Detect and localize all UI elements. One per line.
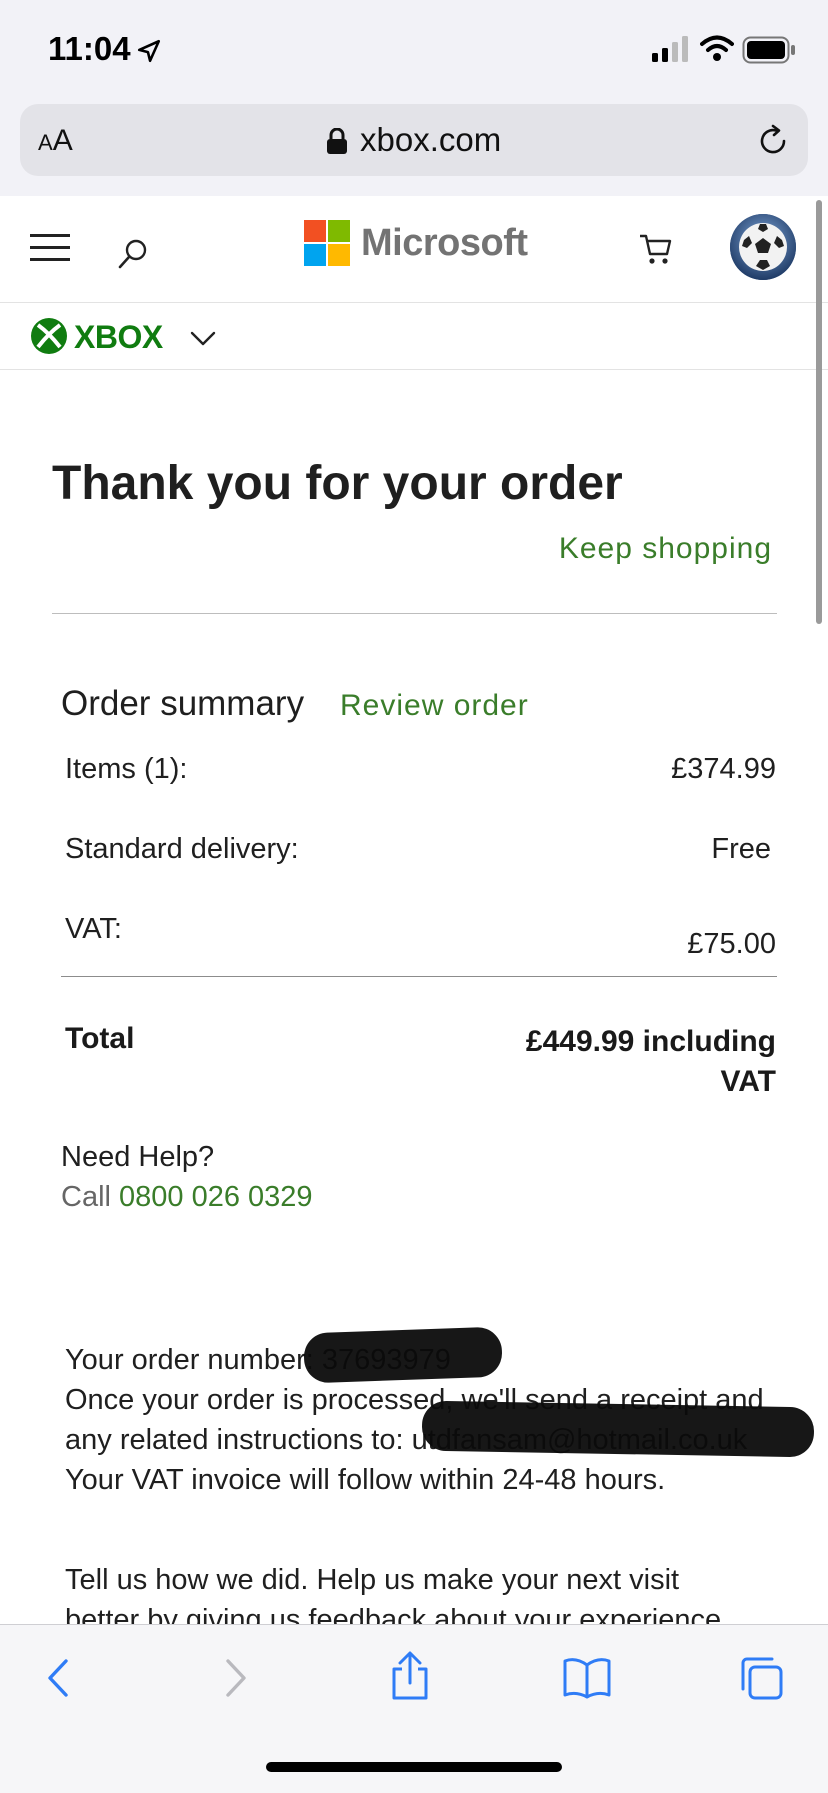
microsoft-brand-text[interactable]: Microsoft [361,222,528,265]
redaction-mark [303,1326,503,1384]
vat-label: VAT: [65,913,122,945]
account-avatar[interactable] [730,214,796,280]
call-prefix: Call [61,1181,111,1213]
address-bar[interactable]: AA xbox.com [20,104,808,176]
wifi-icon [700,35,734,61]
site-header: Microsoft [0,196,828,303]
text-size-button[interactable]: AA [38,124,73,158]
review-order-link[interactable]: Review order [340,689,529,723]
reload-icon[interactable] [756,124,790,158]
page-scrollbar[interactable] [816,200,822,624]
home-indicator[interactable] [266,1762,562,1772]
divider [52,613,777,614]
total-label: Total [65,1022,135,1055]
keep-shopping-link[interactable]: Keep shopping [559,532,772,566]
bookmarks-icon[interactable] [562,1655,612,1701]
divider [61,976,777,977]
page-title: Thank you for your order [52,457,623,510]
vat-value: £75.00 [687,928,776,960]
menu-icon[interactable] [30,234,70,262]
help-call-line: Call 0800 026 0329 [61,1181,313,1214]
tabs-icon[interactable] [738,1655,784,1701]
order-summary-heading: Order summary [61,684,305,723]
battery-icon [742,36,795,64]
forward-icon[interactable] [212,1655,258,1701]
cellular-signal-icon [652,36,688,62]
share-icon[interactable] [388,1651,432,1701]
feedback-line: Tell us how we did. Help us make your ne… [65,1564,680,1596]
chevron-down-icon[interactable] [190,331,216,347]
cart-icon[interactable] [638,232,674,266]
xbox-nav-bar: XBOX [0,303,828,370]
microsoft-logo-icon[interactable] [304,220,350,266]
help-heading: Need Help? [61,1141,215,1173]
items-value: £374.99 [671,753,776,785]
redaction-mark [421,1400,815,1458]
phone-link[interactable]: 0800 026 0329 [119,1181,313,1213]
delivery-value: Free [711,833,771,865]
back-icon[interactable] [36,1655,82,1701]
xbox-brand-text[interactable]: XBOX [74,319,163,356]
status-time: 11:04 [48,30,131,67]
search-icon[interactable] [116,236,152,272]
items-label: Items (1): [65,753,188,785]
delivery-label: Standard delivery: [65,833,299,865]
location-arrow-icon [137,39,161,63]
browser-address-area: AA xbox.com [0,98,828,197]
order-info-line: Your VAT invoice will follow within 24-4… [65,1464,666,1496]
xbox-logo-icon[interactable] [30,317,68,355]
lock-icon [327,128,347,154]
total-value: £449.99 including VAT [525,1025,776,1098]
status-bar: 11:04 [0,0,828,98]
football-avatar-icon [730,214,796,280]
address-domain: xbox.com [360,121,502,158]
